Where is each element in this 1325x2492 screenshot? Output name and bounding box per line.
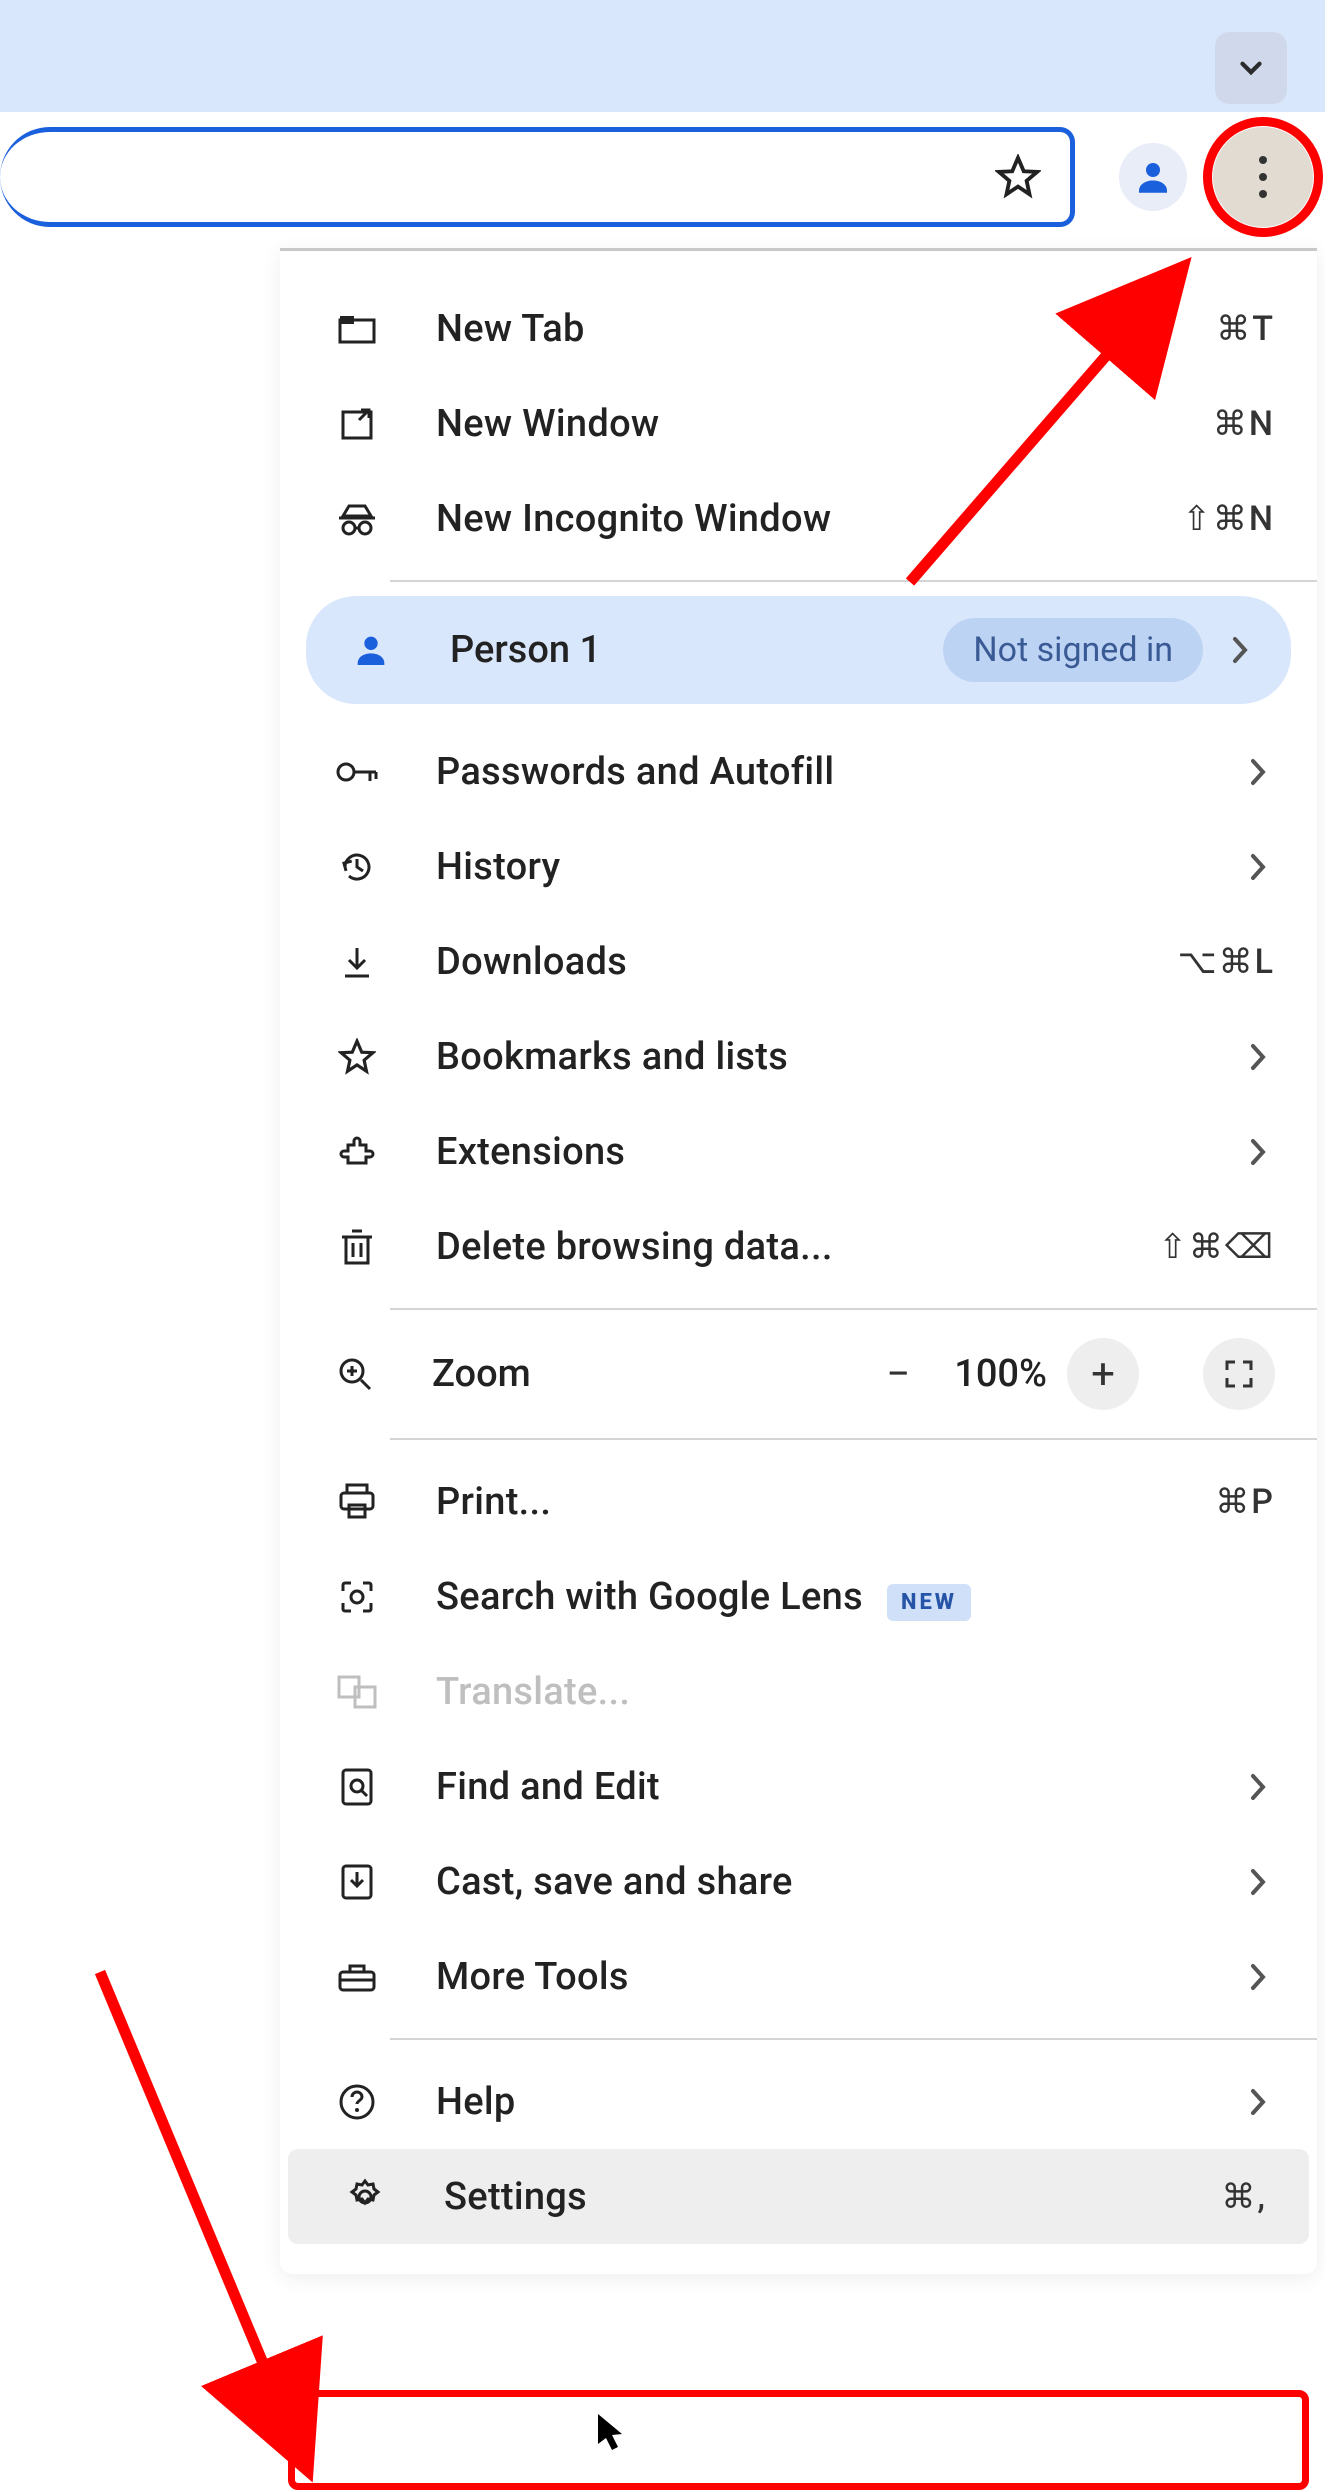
new-window-icon [334,401,380,447]
menu-label: Cast, save and share [436,1860,1249,1904]
address-bar[interactable] [0,127,1075,227]
annotation-circle [1203,117,1323,237]
profile-name: Person 1 [450,628,601,672]
zoom-value: 100% [954,1352,1047,1396]
chevron-right-icon [1249,1137,1275,1167]
translate-icon [334,1669,380,1715]
key-icon [334,749,380,795]
menu-item-new-tab[interactable]: New Tab ⌘T [280,281,1317,376]
menu-item-incognito[interactable]: New Incognito Window ⇧⌘N [280,471,1317,566]
fullscreen-button[interactable] [1203,1338,1275,1410]
toolbox-icon [334,1954,380,2000]
menu-label: Translate... [436,1670,1275,1714]
profile-status: Not signed in [943,618,1203,682]
menu-item-profile[interactable]: Person 1 Not signed in [306,596,1291,704]
bookmark-star-icon[interactable] [994,153,1042,201]
chevron-right-icon [1249,1867,1275,1897]
menu-label: Settings [444,2175,1221,2219]
tab-strip [0,0,1325,112]
menu-item-zoom: Zoom − 100% + [280,1324,1317,1424]
menu-item-passwords[interactable]: Passwords and Autofill [280,724,1317,819]
print-icon [334,1479,380,1525]
profile-avatar-button[interactable] [1119,143,1187,211]
shortcut: ⌘T [1216,309,1275,349]
save-icon [334,1859,380,1905]
toolbar [0,112,1325,242]
new-badge: NEW [887,1584,971,1621]
chevron-right-icon [1249,2087,1275,2117]
annotation-highlight [288,2390,1309,2490]
shortcut: ⇧⌘N [1182,499,1275,539]
trash-icon [334,1224,380,1270]
menu-item-delete-browsing-data[interactable]: Delete browsing data... ⇧⌘⌫ [280,1199,1317,1294]
menu-label: Help [436,2080,1249,2124]
chevron-right-icon [1249,1772,1275,1802]
menu-item-find-edit[interactable]: Find and Edit [280,1739,1317,1834]
zoom-out-button[interactable]: − [862,1338,934,1410]
gear-icon [342,2174,388,2220]
chrome-menu: New Tab ⌘T New Window ⌘N New Incognito W… [280,248,1317,2274]
shortcut: ⌥⌘L [1177,942,1275,982]
menu-label: Find and Edit [436,1765,1249,1809]
menu-item-print[interactable]: Print... ⌘P [280,1454,1317,1549]
menu-item-translate: Translate... [280,1644,1317,1739]
menu-label: More Tools [436,1955,1249,1999]
download-icon [334,939,380,985]
menu-item-downloads[interactable]: Downloads ⌥⌘L [280,914,1317,1009]
separator [390,580,1317,582]
menu-label: Downloads [436,940,1177,984]
shortcut: ⌘, [1221,2177,1267,2217]
shortcut: ⇧⌘⌫ [1158,1227,1275,1267]
menu-item-settings[interactable]: Settings ⌘, [288,2149,1309,2244]
chevron-right-icon [1249,1042,1275,1072]
chevron-right-icon [1249,757,1275,787]
menu-item-new-window[interactable]: New Window ⌘N [280,376,1317,471]
shortcut: ⌘N [1213,404,1275,444]
menu-label: New Window [436,402,1213,446]
incognito-icon [334,496,380,542]
zoom-label: Zoom [432,1352,531,1396]
chrome-menu-button[interactable] [1213,127,1313,227]
menu-label: Print... [436,1480,1215,1524]
menu-label: Search with Google LensNEW [436,1575,1275,1619]
zoom-in-button[interactable]: + [1067,1338,1139,1410]
chevron-right-icon [1231,635,1257,665]
history-icon [334,844,380,890]
profile-icon [348,627,394,673]
menu-label: New Tab [436,307,1216,351]
menu-label: Bookmarks and lists [436,1035,1249,1079]
menu-item-extensions[interactable]: Extensions [280,1104,1317,1199]
menu-label: Delete browsing data... [436,1225,1158,1269]
menu-label: History [436,845,1249,889]
cursor-icon [596,2412,626,2454]
shortcut: ⌘P [1215,1482,1275,1522]
separator [390,1438,1317,1440]
menu-label: Extensions [436,1130,1249,1174]
star-icon [334,1034,380,1080]
separator [390,1308,1317,1310]
menu-label: Passwords and Autofill [436,750,1249,794]
separator [390,2038,1317,2040]
menu-item-help[interactable]: Help [280,2054,1317,2149]
menu-item-history[interactable]: History [280,819,1317,914]
tab-search-button[interactable] [1215,32,1287,104]
new-tab-icon [334,306,380,352]
menu-item-bookmarks[interactable]: Bookmarks and lists [280,1009,1317,1104]
menu-item-more-tools[interactable]: More Tools [280,1929,1317,2024]
chevron-right-icon [1249,1962,1275,1992]
menu-label: New Incognito Window [436,497,1182,541]
menu-item-cast-save-share[interactable]: Cast, save and share [280,1834,1317,1929]
lens-icon [334,1574,380,1620]
extension-icon [334,1129,380,1175]
find-in-page-icon [334,1764,380,1810]
magnifier-icon [334,1353,376,1395]
help-icon [334,2079,380,2125]
chevron-right-icon [1249,852,1275,882]
menu-item-google-lens[interactable]: Search with Google LensNEW [280,1549,1317,1644]
